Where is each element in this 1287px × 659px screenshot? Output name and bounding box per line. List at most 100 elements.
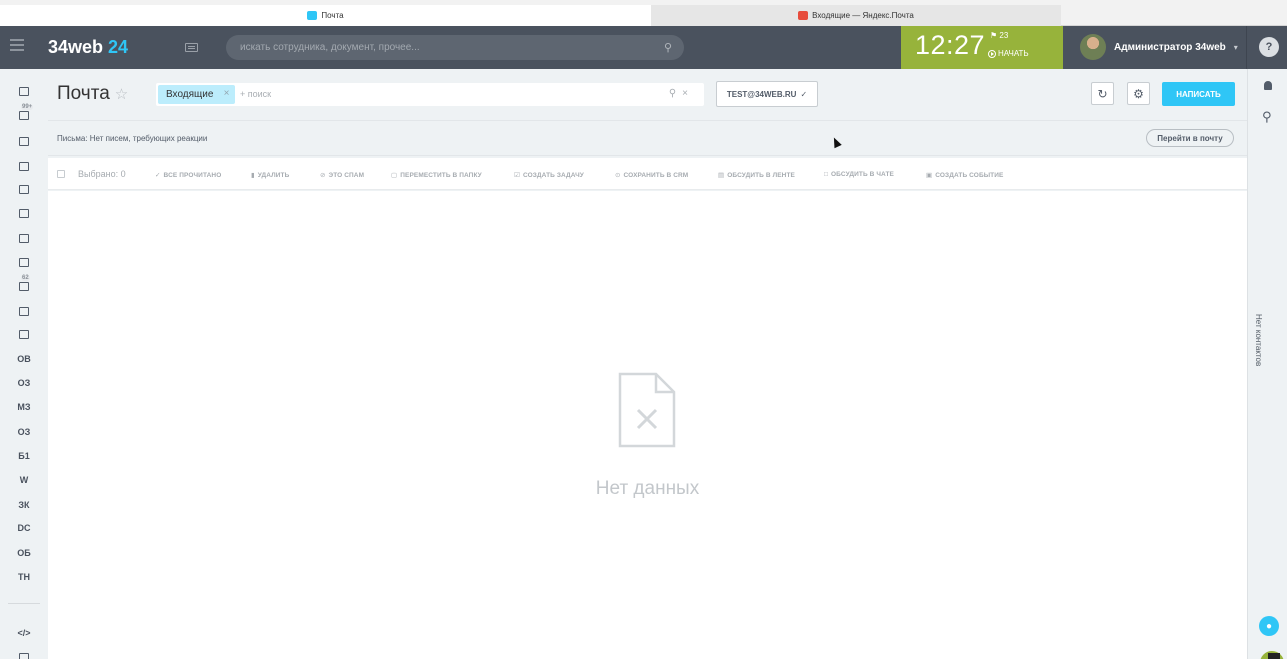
help-icon[interactable]: ?: [1259, 37, 1279, 57]
user-menu[interactable]: Администратор 34web ▾: [1080, 34, 1238, 60]
sidebar-item-app[interactable]: ОЗ: [0, 420, 48, 444]
sidebar-item-label: Б1: [18, 451, 30, 461]
sidebar-item-robot[interactable]: [0, 250, 48, 274]
sidebar-item-app[interactable]: ОВ: [0, 347, 48, 371]
search-icon[interactable]: ⚲: [669, 88, 682, 99]
no-contacts-label: Нет контактов: [1254, 314, 1263, 367]
sidebar-item-tasks[interactable]: 99+: [0, 103, 48, 127]
filter-search-box[interactable]: Входящие × + поиск ⚲×: [156, 83, 704, 106]
keyboard-icon[interactable]: [185, 43, 198, 52]
action-folder[interactable]: ▢ ПЕРЕМЕСТИТЬ В ПАПКУ: [391, 171, 482, 179]
action-spam[interactable]: ⊘ ЭТО СПАМ: [320, 171, 364, 179]
clock-icon: [19, 233, 29, 243]
sidebar-item-building[interactable]: [0, 645, 48, 659]
contact-card-icon: [19, 329, 29, 339]
worktime-widget[interactable]: 12:27 ⚑ 23 НАЧАТЬ: [901, 26, 1063, 69]
sidebar-item-calendar[interactable]: [0, 201, 48, 225]
sidebar-item-contact-card[interactable]: [0, 322, 48, 346]
avatar[interactable]: [1080, 34, 1106, 60]
sidebar-item-app[interactable]: ОЗ: [0, 371, 48, 395]
spam-icon: ⊘: [320, 172, 326, 179]
counter-badge: 99+: [21, 104, 34, 110]
action-feed-post[interactable]: ▤ ОБСУДИТЬ В ЛЕНТЕ: [718, 171, 795, 179]
menu-icon[interactable]: [10, 39, 24, 55]
write-button[interactable]: НАПИСАТЬ: [1162, 82, 1235, 106]
browser-tab-yandex[interactable]: Входящие — Яндекс.Почта: [651, 5, 1061, 26]
sidebar-item-label: </>: [17, 628, 31, 638]
action-trash[interactable]: ▮ УДАЛИТЬ: [251, 171, 289, 179]
action-chat-bubble[interactable]: □ ОБСУДИТЬ В ЧАТЕ: [824, 171, 894, 178]
info-bar: Письма: Нет писем, требующих реакции Пер…: [48, 120, 1247, 156]
logo[interactable]: 34web 24: [48, 37, 128, 58]
star-icon[interactable]: ☆: [115, 85, 128, 103]
flag-counter[interactable]: ⚑ 23: [990, 31, 1008, 40]
filter-chip[interactable]: Входящие ×: [158, 85, 236, 104]
clear-icon[interactable]: ×: [682, 88, 694, 99]
yandex-mail-icon: [798, 11, 809, 20]
sidebar-item-chat[interactable]: [0, 129, 48, 153]
chevron-down-icon: ▾: [1233, 42, 1238, 52]
refresh-button[interactable]: ↻: [1091, 82, 1114, 105]
drive-icon: [19, 184, 29, 194]
flag-count: 23: [999, 31, 1009, 40]
browser-tab-mail[interactable]: Почта: [0, 5, 651, 26]
sidebar-item-app[interactable]: DC: [0, 516, 48, 540]
clock-time: 12:27: [915, 30, 986, 60]
action-task[interactable]: ☑ СОЗДАТЬ ЗАДАЧУ: [514, 171, 584, 179]
search-icon[interactable]: ⚲: [1262, 109, 1272, 125]
mail-tab-icon: [307, 11, 318, 20]
sidebar-item-clock[interactable]: [0, 226, 48, 250]
mail-list-area: Нет данных: [48, 191, 1247, 659]
sidebar-item-groups[interactable]: [0, 154, 48, 178]
sidebar-item-window[interactable]: [0, 299, 48, 323]
browser-tab-label: Почта: [321, 11, 344, 20]
action-check[interactable]: ✓ ВСЕ ПРОЧИТАНО: [155, 171, 221, 179]
sidebar-divider: [8, 603, 40, 604]
action-label: СОЗДАТЬ СОБЫТИЕ: [935, 172, 1004, 179]
action-crm[interactable]: ⊙ СОХРАНИТЬ В CRM: [615, 171, 688, 179]
sidebar-item-app[interactable]: Б1: [0, 444, 48, 468]
tasks-icon: [19, 110, 29, 120]
bell-icon[interactable]: [1264, 81, 1272, 90]
widget-icon[interactable]: [1260, 651, 1284, 659]
action-label: ВСЕ ПРОЧИТАНО: [163, 172, 222, 179]
sidebar-item-filter[interactable]: 62: [0, 274, 48, 298]
sidebar-item-app[interactable]: ТН: [0, 565, 48, 589]
open-lines-icon[interactable]: ●: [1259, 616, 1279, 636]
window-icon: [19, 306, 29, 316]
start-workday-button[interactable]: НАЧАТЬ: [988, 49, 1029, 58]
feed-icon: [19, 86, 29, 96]
sidebar-item-app[interactable]: МЗ: [0, 395, 48, 419]
global-search-input[interactable]: искать сотрудника, документ, прочее... ⚲: [226, 35, 684, 60]
search-icon[interactable]: ⚲: [664, 41, 672, 54]
feed-post-icon: ▤: [718, 172, 725, 179]
left-sidebar: 99+ 62 ОВ ОЗ МЗ ОЗ Б1 W ЗК DC ОБ ТН </>: [0, 69, 48, 659]
mailbox-label: TEST@34WEB.RU: [726, 89, 797, 99]
logo-number: 24: [108, 37, 129, 57]
sidebar-item-app[interactable]: ОБ: [0, 541, 48, 565]
sidebar-item-label: МЗ: [17, 402, 31, 412]
sidebar-item-feed[interactable]: [0, 79, 48, 103]
action-label: УДАЛИТЬ: [257, 172, 290, 179]
sidebar-item-app[interactable]: </>: [0, 621, 48, 645]
crm-icon: ⊙: [615, 172, 621, 179]
mailbox-selector[interactable]: TEST@34WEB.RU ✓: [716, 81, 818, 107]
action-event[interactable]: ▣ СОЗДАТЬ СОБЫТИЕ: [926, 171, 1003, 179]
sidebar-item-label: ОБ: [17, 548, 31, 558]
play-icon: [988, 49, 996, 58]
check-icon: ✓: [155, 172, 161, 179]
action-label: ПЕРЕМЕСТИТЬ В ПАПКУ: [400, 172, 482, 179]
gear-icon: ⚙: [1133, 86, 1144, 101]
close-icon[interactable]: ×: [224, 88, 230, 99]
goto-mail-button[interactable]: Перейти в почту: [1146, 129, 1234, 147]
select-all-checkbox[interactable]: [57, 170, 65, 178]
sidebar-item-app[interactable]: W: [0, 468, 48, 492]
filter-placeholder: + поиск: [240, 89, 272, 99]
action-label: ОБСУДИТЬ В ЧАТЕ: [831, 171, 894, 178]
settings-button[interactable]: ⚙: [1127, 82, 1150, 105]
sidebar-item-app[interactable]: ЗК: [0, 493, 48, 517]
sidebar-item-drive[interactable]: [0, 177, 48, 201]
user-name: Администратор 34web: [1114, 41, 1226, 53]
page-title: Почта: [57, 83, 110, 104]
sidebar-item-label: ОВ: [17, 354, 31, 364]
